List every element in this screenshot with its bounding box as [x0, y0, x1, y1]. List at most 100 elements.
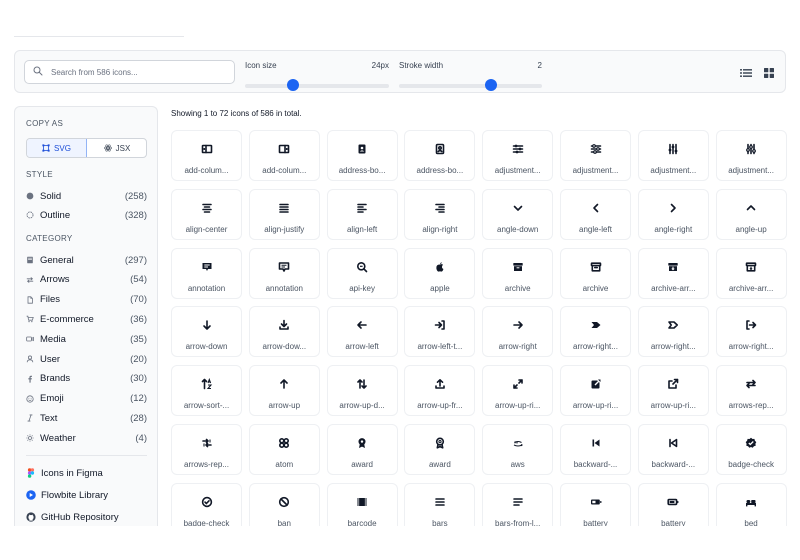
icon-card[interactable]: apple: [404, 247, 476, 299]
icon-name: annotation: [265, 283, 303, 293]
icon-card[interactable]: arrow-up-ri...: [482, 365, 554, 417]
stroke-width-track[interactable]: [399, 84, 542, 88]
list-view-button[interactable]: [740, 66, 752, 78]
icon-card[interactable]: award: [404, 424, 476, 475]
category-item-user[interactable]: User (20): [26, 352, 147, 366]
icon-card[interactable]: address-bo...: [404, 130, 476, 181]
icon-card[interactable]: barcode: [326, 482, 398, 526]
icon-card[interactable]: arrow-left-t...: [404, 306, 476, 358]
icon-card[interactable]: arrow-up-fr...: [404, 365, 476, 417]
icon-card[interactable]: align-justify: [248, 188, 320, 240]
grid-view-button[interactable]: [763, 66, 775, 78]
icon-card[interactable]: angle-left: [560, 188, 631, 240]
icon-card[interactable]: ban: [248, 482, 320, 526]
icon-card[interactable]: atom: [248, 424, 320, 475]
icon-name: archive: [504, 283, 531, 293]
icon-size-track[interactable]: [245, 84, 389, 88]
icon-card[interactable]: angle-down: [482, 188, 554, 240]
icon-size-thumb[interactable]: [286, 79, 299, 91]
category-label: E-commerce: [40, 313, 94, 325]
icon-name: annotation: [187, 283, 226, 293]
category-count: (4): [135, 432, 147, 444]
icon-card[interactable]: bars: [404, 482, 476, 526]
icon-card[interactable]: annotation: [248, 247, 320, 299]
category-item-weather[interactable]: Weather (4): [26, 431, 147, 445]
style-item-solid[interactable]: Solid (258): [26, 189, 147, 203]
icon-card[interactable]: arrows-rep...: [171, 424, 242, 475]
icon-card[interactable]: adjustment...: [715, 130, 787, 181]
icon-card[interactable]: battery: [637, 482, 709, 526]
icon-card[interactable]: award: [326, 424, 398, 475]
icon-card[interactable]: arrow-right...: [715, 306, 787, 358]
icon-card[interactable]: backward-...: [560, 424, 631, 475]
icon-card[interactable]: arrow-down: [171, 306, 242, 358]
icon-name: arrow-dow...: [262, 342, 307, 352]
icon-card[interactable]: annotation: [171, 247, 242, 299]
icon-card[interactable]: archive: [560, 247, 631, 299]
grid-view-icon: [764, 68, 774, 78]
category-item-brands[interactable]: Brands (30): [26, 372, 147, 386]
icon-card[interactable]: adjustment...: [560, 130, 631, 181]
icon-card[interactable]: archive-arr...: [715, 247, 787, 299]
icon-name: backward-...: [651, 460, 696, 469]
icon-card[interactable]: arrows-rep...: [715, 365, 787, 417]
stroke-width-thumb[interactable]: [484, 79, 497, 91]
icon-name: angle-down: [497, 224, 539, 234]
search-box[interactable]: [24, 60, 235, 84]
icon-card[interactable]: backward-...: [637, 424, 709, 475]
github-link[interactable]: GitHub Repository: [26, 510, 119, 524]
icon-card[interactable]: arrow-left: [326, 306, 398, 358]
angle-down-icon: [513, 205, 522, 211]
icon-card[interactable]: address-bo...: [326, 130, 398, 181]
category-item-emoji[interactable]: Emoji (12): [26, 392, 147, 406]
icon-card[interactable]: api-key: [326, 247, 398, 299]
icon-card[interactable]: archive: [482, 247, 554, 299]
icon-card[interactable]: arrow-right: [482, 306, 554, 358]
icon-card[interactable]: angle-up: [715, 188, 787, 240]
figma-link[interactable]: Icons in Figma: [26, 466, 103, 480]
arrow-right-alt-solid-icon: [591, 322, 600, 329]
copy-as-svg-button[interactable]: SVG: [27, 139, 87, 157]
icon-card[interactable]: arrow-up-d...: [326, 365, 398, 417]
category-item-media[interactable]: Media (35): [26, 332, 147, 346]
category-item-text[interactable]: Text (28): [26, 411, 147, 425]
address-book-solid-icon: [358, 144, 366, 154]
icon-card[interactable]: arrow-up-ri...: [560, 365, 631, 417]
award-solid-icon: [358, 438, 366, 448]
icon-name: address-bo...: [338, 166, 386, 175]
icon-card[interactable]: add-colum...: [171, 130, 242, 181]
icon-card[interactable]: arrow-sort-...: [171, 365, 242, 417]
icon-card[interactable]: add-colum...: [248, 130, 320, 181]
icon-card[interactable]: badge-check: [171, 482, 242, 526]
category-item-files[interactable]: Files (70): [26, 293, 147, 307]
category-item-arrows[interactable]: Arrows (54): [26, 273, 147, 287]
icon-size-label: Icon size: [245, 61, 277, 70]
icon-card[interactable]: badge-check: [715, 424, 787, 475]
icon-card[interactable]: align-left: [326, 188, 398, 240]
icon-card[interactable]: arrow-right...: [637, 306, 709, 358]
copy-as-jsx-button[interactable]: JSX: [87, 139, 146, 157]
icon-card[interactable]: angle-right: [637, 188, 709, 240]
category-item-general[interactable]: General (297): [26, 253, 147, 267]
icon-card[interactable]: battery: [560, 482, 631, 526]
italic-icon: [26, 414, 34, 422]
icon-name: adjustment...: [494, 166, 541, 175]
icon-card[interactable]: adjustment...: [637, 130, 709, 181]
icon-card[interactable]: arrow-dow...: [248, 306, 320, 358]
icon-card[interactable]: align-center: [171, 188, 242, 240]
style-count: (328): [124, 209, 147, 221]
icon-card[interactable]: arrow-right...: [560, 306, 631, 358]
bed-icon: [746, 499, 757, 507]
icon-card[interactable]: align-right: [404, 188, 476, 240]
flowbite-link[interactable]: Flowbite Library: [26, 488, 108, 502]
icon-card[interactable]: aws: [482, 424, 554, 475]
search-input[interactable]: [51, 63, 231, 81]
icon-card[interactable]: archive-arr...: [637, 247, 709, 299]
icon-card[interactable]: arrow-up-ri...: [637, 365, 709, 417]
icon-card[interactable]: adjustment...: [482, 130, 554, 181]
icon-card[interactable]: arrow-up: [248, 365, 320, 417]
icon-card[interactable]: bars-from-l...: [482, 482, 554, 526]
icon-card[interactable]: bed: [715, 482, 787, 526]
style-item-outline[interactable]: Outline (328): [26, 208, 147, 222]
category-item-e-commerce[interactable]: E-commerce (36): [26, 312, 147, 326]
